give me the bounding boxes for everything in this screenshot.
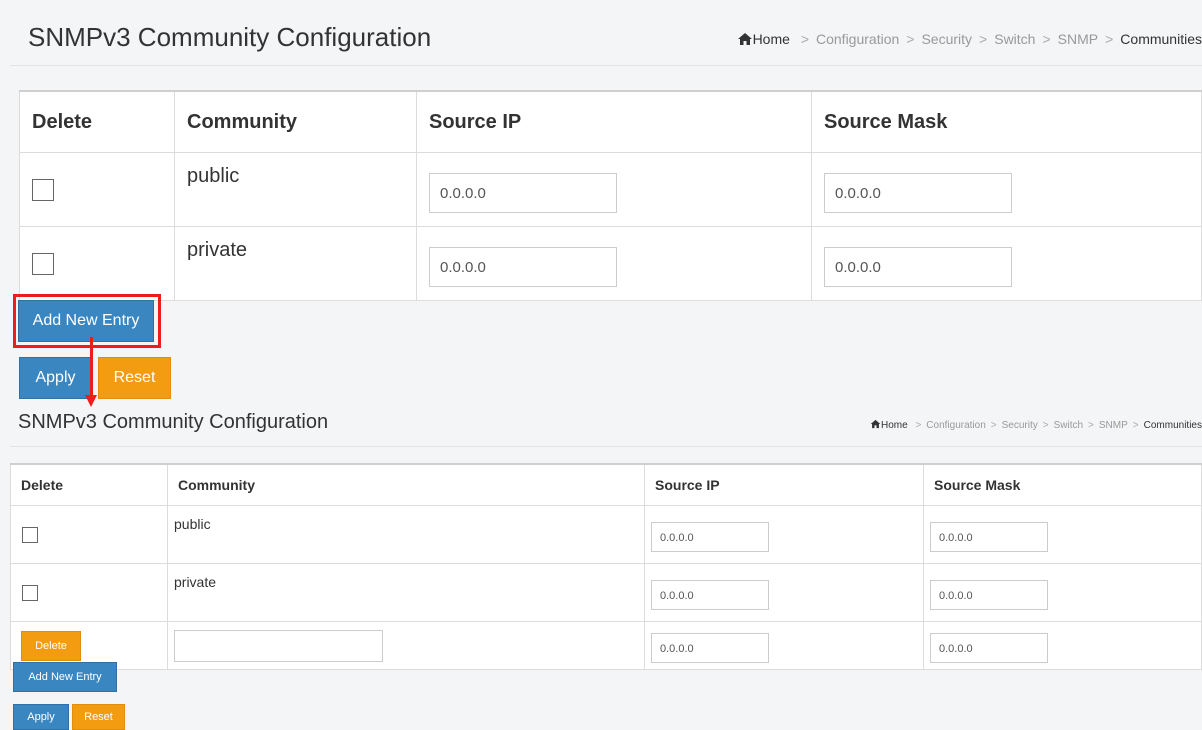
page-title: SNMPv3 Community Configuration bbox=[18, 411, 329, 433]
column-header-source-ip: Source IP bbox=[416, 90, 812, 153]
breadcrumb-current: Communities bbox=[1143, 420, 1202, 431]
breadcrumb: Home > Configuration > Security > Switch > SNMP… bbox=[737, 31, 1202, 47]
home-icon bbox=[870, 419, 881, 429]
annotation-arrow-shaft bbox=[90, 337, 93, 397]
reset-button[interactable]: Reset bbox=[72, 704, 125, 730]
breadcrumb: Home > Configuration > Security > Switch > SNMP… bbox=[870, 419, 1202, 431]
highlight-box bbox=[13, 294, 161, 348]
title-divider bbox=[10, 446, 1202, 447]
breadcrumb-item[interactable]: Switch bbox=[1054, 420, 1083, 431]
title-divider bbox=[10, 65, 1202, 66]
breadcrumb-current: Communities bbox=[1120, 31, 1202, 47]
table-row: public 0.0.0.0 0.0.0.0 bbox=[10, 505, 1202, 564]
delete-checkbox[interactable] bbox=[32, 178, 54, 201]
community-name: private bbox=[167, 563, 645, 622]
add-new-entry-button[interactable]: Add New Entry bbox=[13, 662, 117, 692]
breadcrumb-item[interactable]: Security bbox=[1002, 420, 1038, 431]
community-input[interactable] bbox=[174, 629, 383, 662]
source-mask-input[interactable]: 0.0.0.0 bbox=[824, 172, 1012, 213]
source-ip-input[interactable]: 0.0.0.0 bbox=[429, 172, 617, 213]
community-name: public bbox=[167, 505, 645, 564]
source-ip-input[interactable]: 0.0.0.0 bbox=[429, 246, 617, 287]
breadcrumb-item[interactable]: SNMP bbox=[1099, 420, 1128, 431]
community-name: public bbox=[174, 152, 417, 227]
page-title: SNMPv3 Community Configuration bbox=[28, 22, 432, 52]
column-header-source-ip: Source IP bbox=[644, 463, 924, 506]
community-table: Delete Community Source IP Source Mask p… bbox=[10, 463, 1202, 670]
breadcrumb-home[interactable]: Home bbox=[737, 31, 794, 47]
source-mask-input[interactable]: 0.0.0.0 bbox=[930, 632, 1048, 663]
source-mask-input[interactable]: 0.0.0.0 bbox=[824, 246, 1012, 287]
home-icon bbox=[737, 33, 752, 45]
column-header-community: Community bbox=[167, 463, 645, 506]
community-name: private bbox=[174, 226, 417, 301]
column-header-source-mask: Source Mask bbox=[923, 463, 1202, 506]
column-header-community: Community bbox=[174, 90, 417, 153]
table-header-row: Delete Community Source IP Source Mask bbox=[10, 463, 1202, 506]
community-table: Delete Community Source IP Source Mask p… bbox=[19, 90, 1202, 301]
column-header-source-mask: Source Mask bbox=[811, 90, 1202, 153]
delete-checkbox[interactable] bbox=[32, 252, 54, 275]
source-ip-input[interactable]: 0.0.0.0 bbox=[651, 632, 769, 663]
column-header-delete: Delete bbox=[19, 90, 175, 153]
apply-button[interactable]: Apply bbox=[19, 357, 92, 399]
table-row: private 0.0.0.0 0.0.0.0 bbox=[19, 226, 1202, 301]
annotation-arrow-head bbox=[85, 395, 97, 407]
breadcrumb-home[interactable]: Home bbox=[870, 419, 910, 431]
delete-checkbox[interactable] bbox=[22, 526, 38, 543]
source-mask-input[interactable]: 0.0.0.0 bbox=[930, 521, 1048, 552]
source-ip-input[interactable]: 0.0.0.0 bbox=[651, 579, 769, 610]
source-ip-input[interactable]: 0.0.0.0 bbox=[651, 521, 769, 552]
column-header-delete: Delete bbox=[10, 463, 168, 506]
delete-row-button[interactable]: Delete bbox=[21, 630, 81, 661]
apply-button[interactable]: Apply bbox=[13, 704, 69, 730]
table-row: private 0.0.0.0 0.0.0.0 bbox=[10, 563, 1202, 622]
breadcrumb-item[interactable]: Switch bbox=[994, 31, 1035, 47]
table-header-row: Delete Community Source IP Source Mask bbox=[19, 90, 1202, 153]
delete-checkbox[interactable] bbox=[22, 584, 38, 601]
table-row: public 0.0.0.0 0.0.0.0 bbox=[19, 152, 1202, 227]
source-mask-input[interactable]: 0.0.0.0 bbox=[930, 579, 1048, 610]
breadcrumb-item[interactable]: SNMP bbox=[1058, 31, 1098, 47]
reset-button[interactable]: Reset bbox=[98, 357, 171, 399]
table-row-new: Delete 0.0.0.0 0.0.0.0 bbox=[10, 621, 1202, 670]
breadcrumb-item[interactable]: Security bbox=[921, 31, 972, 47]
breadcrumb-item[interactable]: Configuration bbox=[926, 420, 985, 431]
breadcrumb-item[interactable]: Configuration bbox=[816, 31, 899, 47]
